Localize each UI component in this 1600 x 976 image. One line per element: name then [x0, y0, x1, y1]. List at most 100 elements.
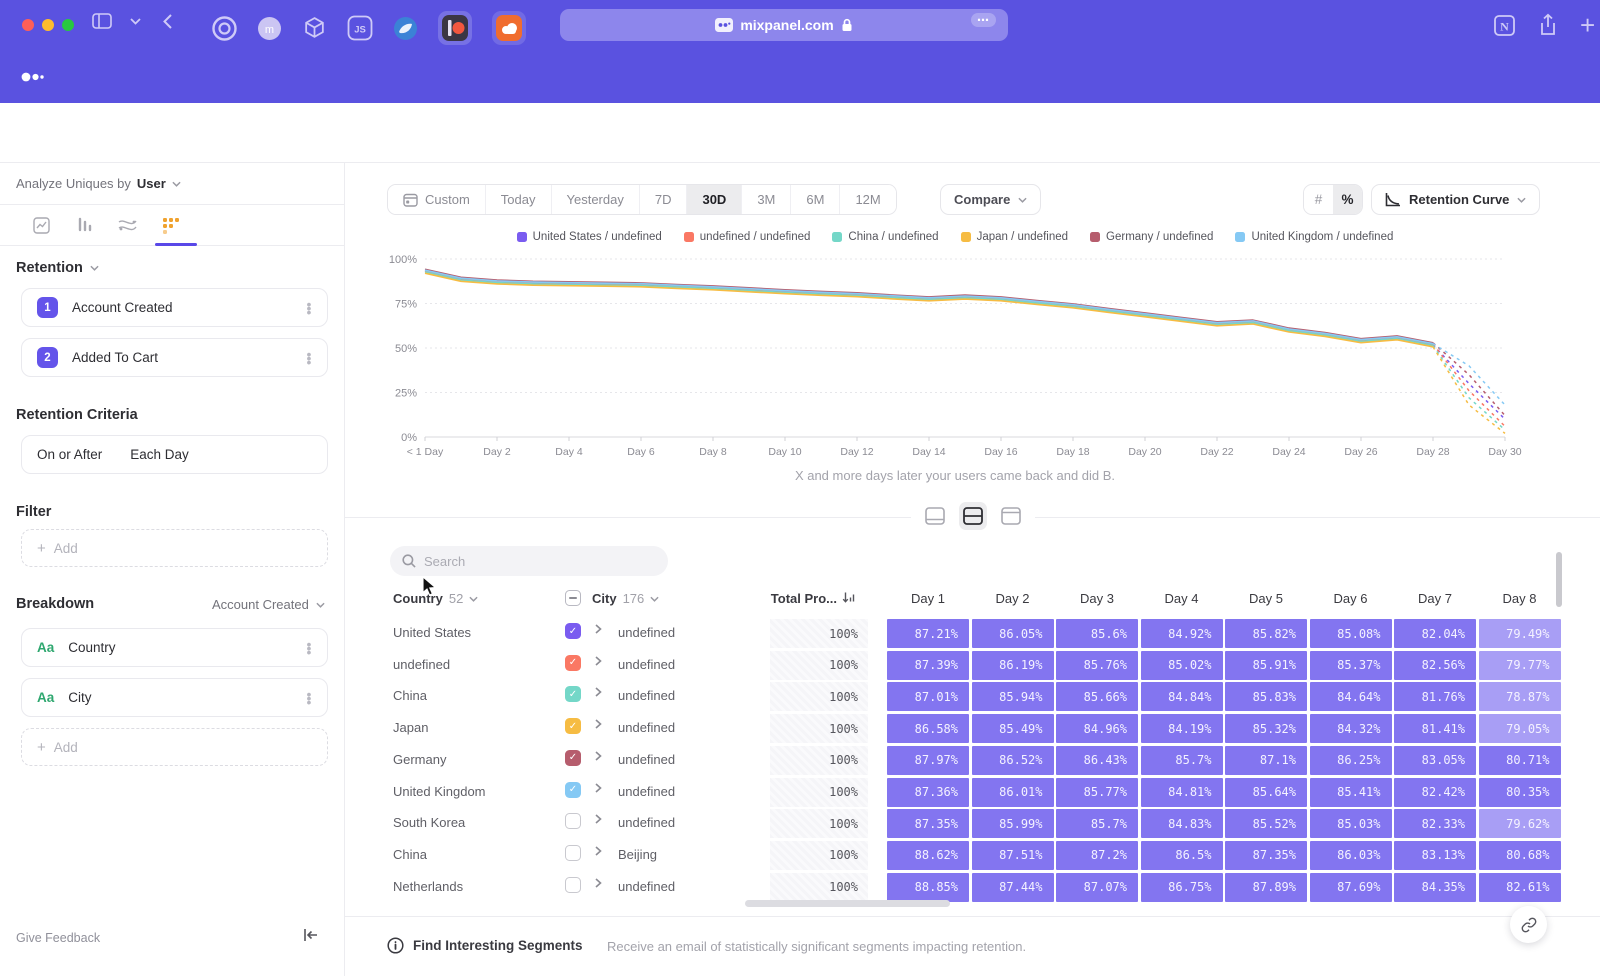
retention-value-cell[interactable]: 87.35%	[1225, 841, 1307, 870]
retention-value-cell[interactable]: 85.91%	[1225, 651, 1307, 680]
retention-value-cell[interactable]: 81.76%	[1394, 682, 1476, 711]
legend-item[interactable]: undefined / undefined	[684, 231, 811, 243]
retention-value-cell[interactable]: 80.71%	[1479, 746, 1561, 775]
expand-row-icon[interactable]	[595, 719, 602, 729]
table-row[interactable]: United Kingdom✓undefined100%87.36%86.01%…	[380, 777, 1561, 808]
retention-value-cell[interactable]: 87.07%	[1056, 873, 1138, 902]
retention-value-cell[interactable]: 82.61%	[1479, 873, 1561, 902]
kebab-menu-icon[interactable]: •••	[303, 352, 315, 364]
globe-icon[interactable]	[393, 16, 418, 41]
retention-step-card[interactable]: 2Added To Cart•••	[21, 338, 328, 377]
cube-icon[interactable]	[302, 16, 327, 41]
retention-value-cell[interactable]: 85.99%	[972, 809, 1054, 838]
select-all-checkbox[interactable]	[565, 590, 581, 606]
row-checkbox[interactable]: ✓	[565, 782, 581, 798]
retention-value-cell[interactable]: 84.19%	[1141, 714, 1223, 743]
retention-value-cell[interactable]: 85.49%	[972, 714, 1054, 743]
expand-row-icon[interactable]	[595, 751, 602, 761]
range-yesterday[interactable]: Yesterday	[552, 185, 640, 214]
retention-value-cell[interactable]: 86.52%	[972, 746, 1054, 775]
page-actions-icon[interactable]: ⋯	[971, 13, 996, 27]
sidebar-icon[interactable]	[92, 13, 112, 29]
layout-chart-only-icon[interactable]	[921, 502, 949, 530]
legend-item[interactable]: United Kingdom / undefined	[1235, 231, 1393, 243]
minimize-window-button[interactable]	[42, 19, 54, 31]
m-extension-icon[interactable]: m	[257, 16, 282, 41]
find-segments-link[interactable]: Find Interesting Segments	[413, 938, 583, 953]
retention-value-cell[interactable]: 87.97%	[887, 746, 969, 775]
soundcloud-icon[interactable]	[492, 11, 526, 45]
legend-item[interactable]: China / undefined	[832, 231, 938, 243]
layout-split-icon[interactable]	[959, 502, 987, 530]
retention-value-cell[interactable]: 79.77%	[1479, 651, 1561, 680]
expand-row-icon[interactable]	[595, 656, 602, 666]
day-column-header[interactable]: Day 6	[1310, 591, 1392, 606]
address-bar[interactable]: mixpanel.com ⋯	[560, 9, 1008, 41]
tab-insights[interactable]	[33, 217, 50, 234]
retention-value-cell[interactable]: 82.56%	[1394, 651, 1476, 680]
retention-value-cell[interactable]: 82.33%	[1394, 809, 1476, 838]
day-column-header[interactable]: Day 8	[1479, 591, 1561, 606]
tab-retention[interactable]	[162, 217, 180, 234]
format-absolute-toggle[interactable]: #	[1304, 185, 1333, 214]
compare-button[interactable]: Compare	[940, 184, 1041, 215]
row-checkbox[interactable]	[565, 877, 581, 893]
table-row[interactable]: Germany✓undefined100%87.97%86.52%86.43%8…	[380, 745, 1561, 776]
retention-value-cell[interactable]: 84.64%	[1310, 682, 1392, 711]
vertical-scrollbar[interactable]	[1556, 552, 1562, 607]
new-tab-icon[interactable]: +	[1580, 15, 1595, 35]
day-column-header[interactable]: Day 1	[887, 591, 969, 606]
retention-value-cell[interactable]: 82.04%	[1394, 619, 1476, 648]
retention-value-cell[interactable]: 79.49%	[1479, 619, 1561, 648]
retention-value-cell[interactable]: 84.84%	[1141, 682, 1223, 711]
city-column-header[interactable]: City 176	[592, 591, 659, 606]
retention-value-cell[interactable]: 84.92%	[1141, 619, 1223, 648]
expand-row-icon[interactable]	[595, 814, 602, 824]
retention-value-cell[interactable]: 84.32%	[1310, 714, 1392, 743]
criteria-on-or-after[interactable]: On or After	[37, 447, 102, 462]
retention-value-cell[interactable]: 85.82%	[1225, 619, 1307, 648]
day-column-header[interactable]: Day 2	[972, 591, 1054, 606]
table-row[interactable]: South Koreaundefined100%87.35%85.99%85.7…	[380, 808, 1561, 839]
criteria-card[interactable]: On or After Each Day	[21, 435, 328, 474]
retention-value-cell[interactable]: 85.41%	[1310, 778, 1392, 807]
retention-value-cell[interactable]: 85.02%	[1141, 651, 1223, 680]
row-checkbox[interactable]	[565, 845, 581, 861]
tabs-chevron-icon[interactable]	[130, 18, 141, 25]
breakdown-card[interactable]: AaCity•••	[21, 678, 328, 717]
retention-value-cell[interactable]: 86.01%	[972, 778, 1054, 807]
day-column-header[interactable]: Day 7	[1394, 591, 1476, 606]
retention-step-card[interactable]: 1Account Created•••	[21, 288, 328, 327]
range-3m[interactable]: 3M	[742, 185, 791, 214]
retention-value-cell[interactable]: 85.03%	[1310, 809, 1392, 838]
retention-value-cell[interactable]: 85.83%	[1225, 682, 1307, 711]
retention-value-cell[interactable]: 83.05%	[1394, 746, 1476, 775]
criteria-each-day[interactable]: Each Day	[130, 447, 189, 462]
table-search-input[interactable]	[424, 554, 634, 569]
expand-row-icon[interactable]	[595, 687, 602, 697]
total-column-header[interactable]: Total Pro...	[735, 591, 855, 606]
range-today[interactable]: Today	[486, 185, 552, 214]
retention-value-cell[interactable]: 85.7%	[1056, 809, 1138, 838]
breakdown-card[interactable]: AaCountry•••	[21, 628, 328, 667]
expand-row-icon[interactable]	[595, 783, 602, 793]
js-icon[interactable]: JS	[347, 15, 373, 41]
expand-row-icon[interactable]	[595, 624, 602, 634]
retention-value-cell[interactable]: 85.6%	[1056, 619, 1138, 648]
retention-value-cell[interactable]: 79.05%	[1479, 714, 1561, 743]
kebab-menu-icon[interactable]: •••	[303, 642, 315, 654]
horizontal-scrollbar[interactable]	[745, 900, 950, 907]
range-7d[interactable]: 7D	[640, 185, 688, 214]
table-row[interactable]: ChinaBeijing100%88.62%87.51%87.2%86.5%87…	[380, 840, 1561, 871]
expand-row-icon[interactable]	[595, 846, 602, 856]
mixpanel-logo[interactable]	[20, 70, 46, 84]
retention-value-cell[interactable]: 87.36%	[887, 778, 969, 807]
notion-icon[interactable]: N	[1493, 14, 1516, 37]
share-link-button[interactable]	[1510, 906, 1547, 943]
table-row[interactable]: China✓undefined100%87.01%85.94%85.66%84.…	[380, 681, 1561, 712]
retention-value-cell[interactable]: 87.35%	[887, 809, 969, 838]
retention-value-cell[interactable]: 85.66%	[1056, 682, 1138, 711]
retention-value-cell[interactable]: 85.76%	[1056, 651, 1138, 680]
analyze-uniques-control[interactable]: Analyze Uniques by User	[16, 176, 181, 191]
legend-item[interactable]: Germany / undefined	[1090, 231, 1213, 243]
